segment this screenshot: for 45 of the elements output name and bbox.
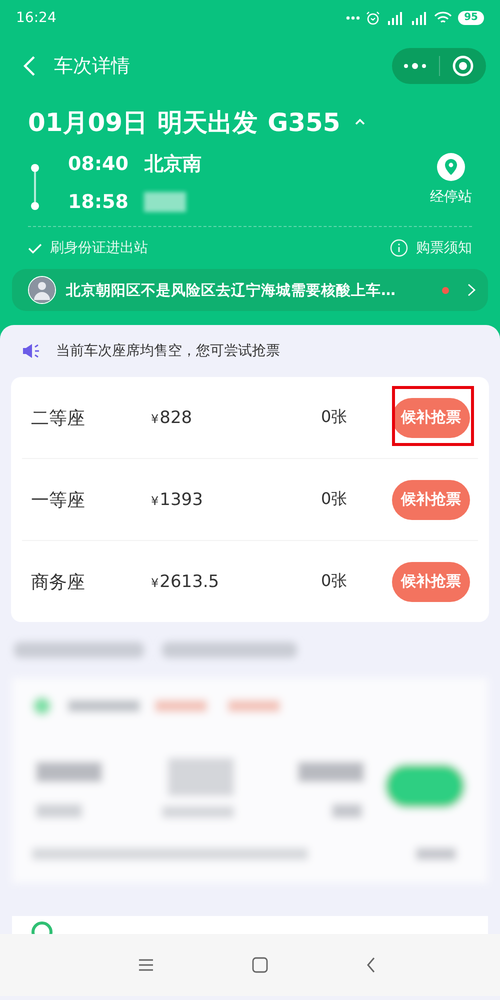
waitlist-button[interactable]: 候补抢票 — [392, 562, 470, 602]
speaker-icon — [22, 343, 40, 359]
seat-class: 商务座 — [30, 570, 86, 594]
chevron-left-icon — [366, 957, 376, 973]
waitlist-button[interactable]: 候补抢票 — [392, 480, 470, 520]
departure-station: 北京南 — [144, 152, 202, 177]
seat-price: ¥2613.5 — [151, 572, 220, 592]
departure-day: 明天出发 — [158, 106, 258, 138]
alarm-icon — [366, 11, 380, 25]
clock-time: 16:24 — [16, 10, 56, 26]
signal-icon — [410, 11, 428, 25]
seat-price: ¥1393 — [151, 490, 204, 510]
ticket-count: 0张 — [321, 407, 348, 428]
square-icon — [252, 957, 268, 973]
page-title: 车次详情 — [54, 54, 131, 79]
stops-button[interactable]: 经停站 — [430, 152, 472, 214]
chevron-left-icon — [22, 55, 36, 77]
menu-icon — [138, 958, 154, 972]
more-icon — [403, 63, 428, 69]
ticket-count: 0张 — [321, 489, 348, 510]
battery-icon: 95 — [458, 11, 484, 25]
seat-price: ¥828 — [151, 408, 194, 428]
ticket-count: 0张 — [321, 571, 348, 592]
wifi-icon — [434, 11, 452, 25]
caret-icon[interactable] — [354, 118, 366, 126]
chevron-right-icon — [467, 283, 476, 297]
arrival-time: 18:58 — [68, 191, 128, 213]
info-icon — [390, 239, 408, 257]
waitlist-button[interactable]: 候补抢票 — [392, 398, 470, 438]
check-icon — [28, 242, 42, 254]
blurred-station — [144, 192, 186, 212]
id-entry-label: 刷身份证进出站 — [50, 239, 148, 257]
purchase-notice-link[interactable]: 购票须知 — [390, 239, 472, 257]
seat-class: 二等座 — [30, 406, 86, 430]
sold-out-notice: 当前车次座席均售空，您可尝试抢票 — [56, 342, 280, 360]
travel-date: 01月09日 — [28, 106, 148, 138]
signal-icon — [386, 11, 404, 25]
avatar-icon — [28, 276, 56, 304]
target-icon — [452, 55, 474, 77]
train-number: G355 — [268, 108, 340, 136]
departure-time: 08:40 — [68, 153, 128, 175]
notice-bar[interactable]: 北京朝阳区不是风险区去辽宁海城需要核酸上车… — [12, 269, 488, 311]
more-icon — [346, 16, 360, 20]
location-pin-icon — [436, 152, 466, 182]
seat-class: 一等座 — [30, 488, 86, 512]
